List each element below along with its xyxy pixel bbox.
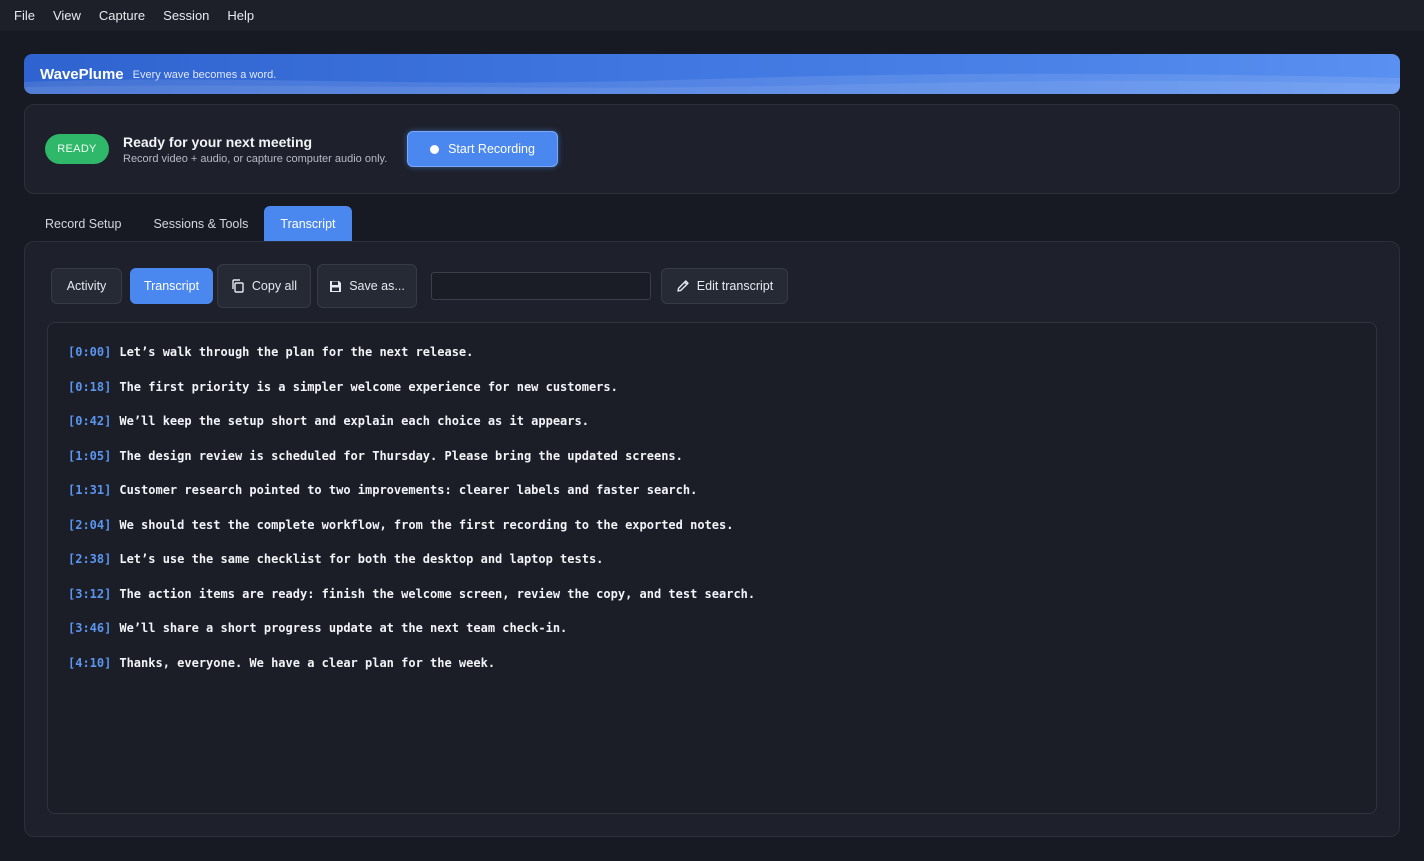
transcript-timestamp: [0:42] <box>68 414 112 428</box>
status-panel: READY Ready for your next meeting Record… <box>24 104 1400 194</box>
transcript-timestamp: [1:05] <box>68 448 112 463</box>
app-tagline: Every wave becomes a word. <box>132 69 277 81</box>
activity-button[interactable]: Activity <box>51 268 122 304</box>
transcript-line: [0:18] The first priority is a simpler we… <box>68 378 1376 413</box>
transcript-line: [0:42] We’ll keep the setup short and exp… <box>68 412 1376 447</box>
edit-transcript-button[interactable]: Edit transcript <box>661 268 788 304</box>
tab-transcript[interactable]: Transcript <box>264 206 352 241</box>
record-dot-icon <box>430 144 440 154</box>
transcript-text: The action items are ready: finish the w… <box>119 586 756 601</box>
transcript-line: [1:05] The design review is scheduled for… <box>68 447 1376 482</box>
transcript-text: We should test the complete workflow, fr… <box>119 517 734 532</box>
app-banner: WavePlume Every wave becomes a word. <box>24 54 1400 94</box>
tab-record-setup[interactable]: Record Setup <box>29 206 137 241</box>
transcript-line: [1:31] Customer research pointed to two i… <box>68 481 1376 516</box>
transcript-timestamp: [0:18] <box>68 379 112 394</box>
transcript-text: Let’s walk through the plan for the next… <box>119 345 474 359</box>
transcript-timestamp: [2:38] <box>68 552 112 566</box>
transcript-text: We’ll share a short progress update at t… <box>119 621 568 635</box>
status-title: Ready for your next meeting <box>123 134 313 150</box>
save-icon <box>330 280 342 292</box>
tab-bar: Record Setup Sessions & Tools Transcript <box>29 206 352 241</box>
transcript-text: We’ll keep the setup short and explain e… <box>119 414 589 428</box>
transcript-search-input[interactable] <box>431 272 651 300</box>
edit-transcript-label: Edit transcript <box>696 279 774 293</box>
transcript-line: [2:04] We should test the complete workfl… <box>68 516 1376 551</box>
transcript-text: Customer research pointed to two improve… <box>119 483 698 497</box>
menu-capture[interactable]: Capture <box>90 0 154 31</box>
pencil-icon <box>677 280 689 292</box>
transcript-timestamp: [1:31] <box>68 483 112 497</box>
transcript-timestamp: [3:46] <box>68 621 112 635</box>
start-recording-label: Start Recording <box>448 142 535 156</box>
transcript-line: [3:46] We’ll share a short progress updat… <box>68 619 1376 654</box>
menu-view[interactable]: View <box>44 0 90 31</box>
activity-label: Activity <box>66 279 107 293</box>
tab-sessions-tools[interactable]: Sessions & Tools <box>137 206 264 241</box>
transcript-line: [4:10] Thanks, everyone. We have a clear … <box>68 654 1376 689</box>
transcript-text: Let’s use the same checklist for both th… <box>119 552 604 566</box>
menu-bar: File View Capture Session Help <box>0 0 1424 31</box>
copy-icon <box>232 279 244 293</box>
menu-file[interactable]: File <box>5 0 44 31</box>
transcript-panel: Activity Transcript Copy all Save as... … <box>24 241 1400 837</box>
transcript-timestamp: [0:00] <box>68 345 112 359</box>
transcript-timestamp: [2:04] <box>68 517 112 532</box>
transcript-view-button[interactable]: Transcript <box>130 268 213 304</box>
app-title: WavePlume <box>40 65 124 83</box>
save-as-button[interactable]: Save as... <box>317 264 417 308</box>
transcript-line: [2:38] Let’s use the same checklist for b… <box>68 550 1376 585</box>
transcript-timestamp: [4:10] <box>68 655 112 670</box>
transcript-text: The design review is scheduled for Thurs… <box>119 448 683 463</box>
transcript-timestamp: [3:12] <box>68 586 112 601</box>
status-subtitle: Record video + audio, or capture compute… <box>123 153 388 165</box>
menu-help[interactable]: Help <box>218 0 263 31</box>
copy-all-button[interactable]: Copy all <box>217 264 311 308</box>
transcript-line: [0:00] Let’s walk through the plan for th… <box>68 343 1376 378</box>
transcript-text: Thanks, everyone. We have a clear plan f… <box>119 655 496 670</box>
transcript-line: [3:12] The action items are ready: finish… <box>68 585 1376 620</box>
menu-session[interactable]: Session <box>154 0 218 31</box>
start-recording-button[interactable]: Start Recording <box>407 131 558 167</box>
transcript-text-area[interactable]: [0:00] Let’s walk through the plan for th… <box>47 322 1377 814</box>
save-as-label: Save as... <box>349 279 405 293</box>
transcript-view-label: Transcript <box>143 279 200 293</box>
status-badge: READY <box>45 134 109 164</box>
copy-all-label: Copy all <box>251 279 298 293</box>
transcript-text: The first priority is a simpler welcome … <box>119 379 618 394</box>
